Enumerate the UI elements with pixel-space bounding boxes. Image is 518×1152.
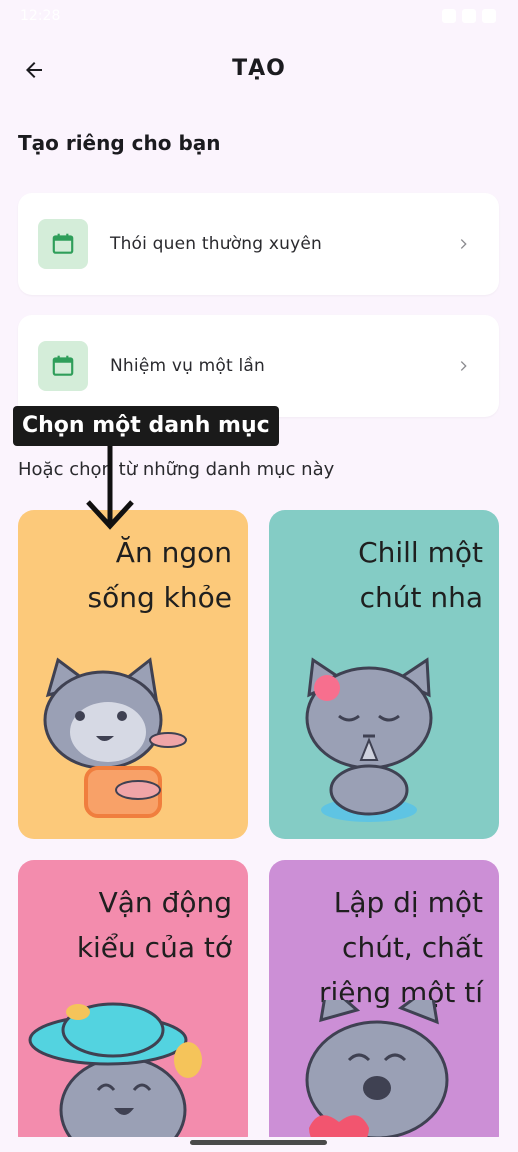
chevron-right-icon xyxy=(453,233,475,255)
calendar-icon-box xyxy=(38,341,88,391)
category-card-quirky[interactable]: Lập dị một chút, chất riêng một tí xyxy=(269,860,499,1152)
status-time: 12:28 xyxy=(20,8,61,24)
category-title: Lập dị một chút, chất riêng một tí xyxy=(319,886,483,1009)
calendar-icon xyxy=(52,233,74,254)
page-title: TẠO xyxy=(232,56,286,81)
habit-option-card[interactable]: Thói quen thường xuyên xyxy=(18,193,499,295)
chevron-right-icon xyxy=(453,355,475,377)
habit-option-label: Thói quen thường xuyên xyxy=(110,234,323,254)
task-option-label: Nhiệm vụ một lần xyxy=(110,356,266,376)
category-title: Chill một chút nha xyxy=(358,536,483,614)
task-option-card[interactable]: Nhiệm vụ một lần xyxy=(18,315,499,417)
status-bar: 12:28 xyxy=(0,0,518,34)
cat-heart-illustration xyxy=(305,1000,449,1152)
signal-icon xyxy=(462,9,476,23)
cat-eating-illustration xyxy=(43,657,187,818)
category-card-chill[interactable]: Chill một chút nha xyxy=(269,510,499,839)
app-bar: TẠO xyxy=(0,40,518,100)
cat-meditating-illustration xyxy=(305,657,433,822)
status-icons xyxy=(442,9,496,23)
calendar-icon-box xyxy=(38,219,88,269)
section-title-categories: Hoặc chọn từ những danh mục này xyxy=(18,459,335,480)
category-card-exercise[interactable]: Vận động kiểu của tớ xyxy=(18,860,248,1152)
wifi-icon xyxy=(442,9,456,23)
category-title: Ăn ngon sống khỏe xyxy=(87,536,232,614)
category-title: Vận động kiểu của tớ xyxy=(76,886,232,964)
section-title-create: Tạo riêng cho bạn xyxy=(18,131,221,155)
tutorial-tooltip: Chọn một danh mục xyxy=(13,406,279,446)
cat-hat-illustration xyxy=(28,1002,202,1152)
battery-icon xyxy=(482,9,496,23)
tutorial-arrow-icon xyxy=(86,446,134,530)
calendar-icon xyxy=(52,355,74,376)
gesture-navigation-bar[interactable] xyxy=(190,1140,327,1145)
category-card-eat[interactable]: Ăn ngon sống khỏe xyxy=(18,510,248,839)
